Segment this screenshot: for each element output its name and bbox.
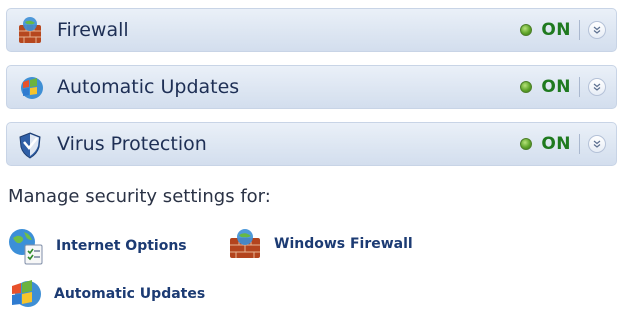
firewall-icon xyxy=(19,17,41,43)
status-on-indicator xyxy=(520,24,533,36)
status-on-indicator xyxy=(520,81,533,93)
status-group-virus-protection: ON xyxy=(520,123,606,165)
link-label-automatic-updates: Automatic Updates xyxy=(54,286,206,302)
divider xyxy=(579,134,580,154)
security-center-window: Firewall ON Automatic Updates ON Virus P… xyxy=(0,0,619,311)
windows-update-icon xyxy=(21,77,43,99)
link-automatic-updates[interactable]: Automatic Updates xyxy=(6,278,205,310)
chevron-double-down-icon xyxy=(593,83,601,91)
manage-settings-heading: Manage security settings for: xyxy=(8,186,271,207)
expand-firewall-button[interactable] xyxy=(588,21,606,39)
panel-title-virus-protection: Virus Protection xyxy=(57,133,207,155)
chevron-double-down-icon xyxy=(593,140,601,148)
status-text-automatic-updates: ON xyxy=(541,77,571,97)
expand-virus-protection-button[interactable] xyxy=(588,135,606,153)
expand-automatic-updates-button[interactable] xyxy=(588,78,606,96)
panel-firewall[interactable]: Firewall ON xyxy=(6,8,617,52)
firewall-icon xyxy=(230,229,260,258)
status-group-firewall: ON xyxy=(520,9,606,51)
link-label-internet-options: Internet Options xyxy=(56,238,187,254)
link-label-windows-firewall: Windows Firewall xyxy=(274,236,413,252)
status-group-automatic-updates: ON xyxy=(520,66,606,108)
internet-options-icon xyxy=(9,229,43,265)
status-text-firewall: ON xyxy=(541,20,571,40)
panel-title-automatic-updates: Automatic Updates xyxy=(57,76,240,98)
status-on-indicator xyxy=(520,138,533,150)
chevron-double-down-icon xyxy=(593,26,601,34)
panel-automatic-updates[interactable]: Automatic Updates ON xyxy=(6,65,617,109)
link-windows-firewall[interactable]: Windows Firewall xyxy=(226,228,413,260)
shield-icon xyxy=(19,132,41,159)
windows-update-icon xyxy=(12,280,41,307)
panel-title-firewall: Firewall xyxy=(57,19,129,41)
panel-virus-protection[interactable]: Virus Protection ON xyxy=(6,122,617,166)
status-text-virus-protection: ON xyxy=(541,134,571,154)
link-internet-options[interactable]: Internet Options xyxy=(6,226,187,266)
divider xyxy=(579,20,580,40)
divider xyxy=(579,77,580,97)
